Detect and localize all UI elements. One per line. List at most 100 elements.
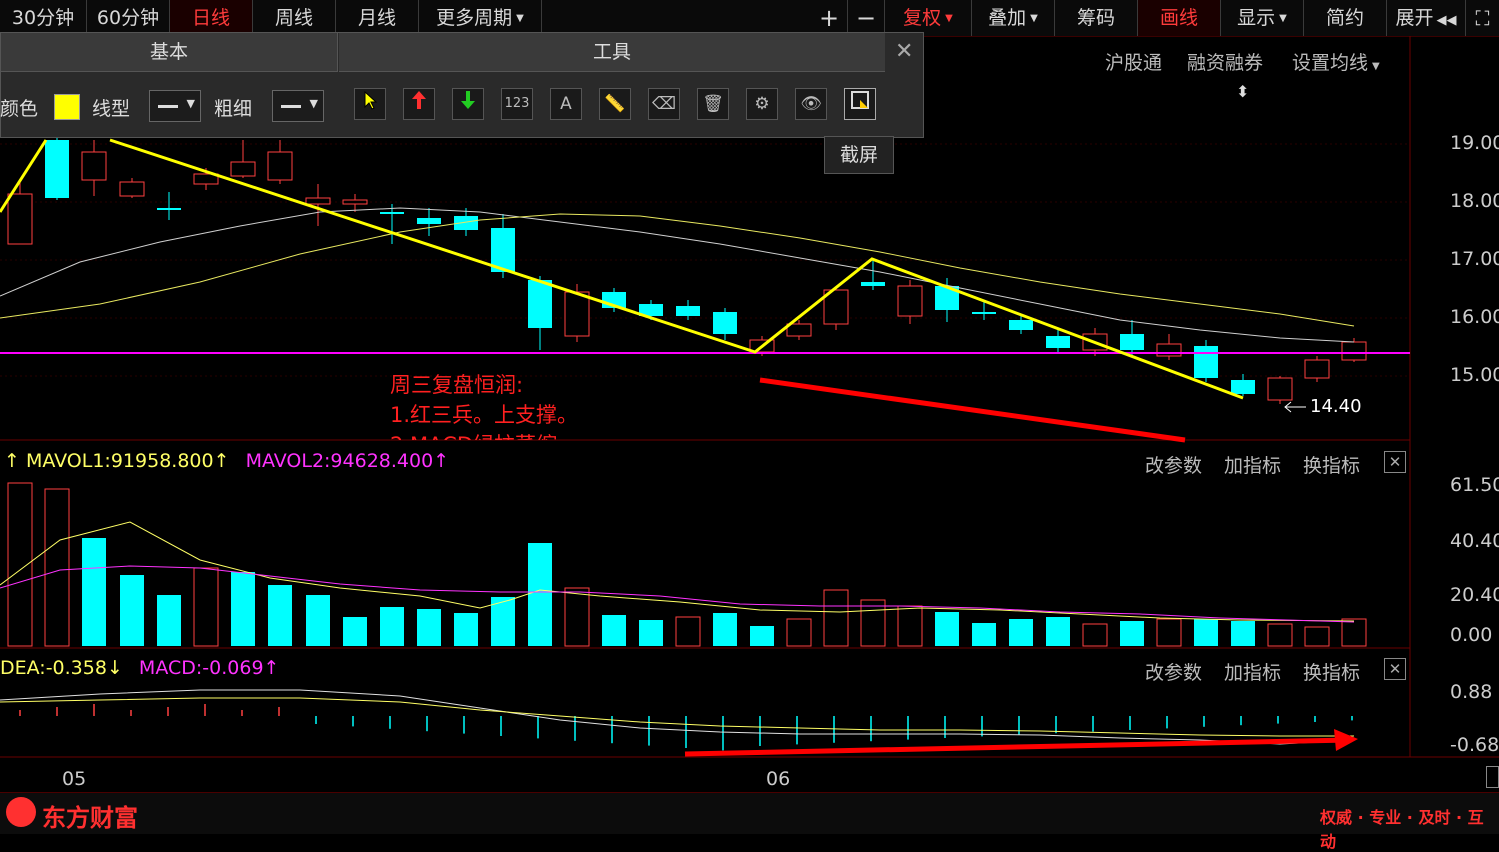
expand-button[interactable]: 展开 ◀◀: [1387, 0, 1466, 36]
candle-body: [7, 193, 33, 245]
linetype-dropdown[interactable]: ▼: [149, 90, 201, 122]
color-label: 颜色: [0, 98, 39, 120]
candle-body: [119, 181, 145, 197]
candle-body: [1156, 343, 1182, 357]
macd-axis-label: 0.88: [1450, 681, 1493, 703]
volume-bar: [564, 587, 590, 647]
volume-edit-params-button[interactable]: 改参数: [1145, 451, 1202, 478]
volume-add-indicator-button[interactable]: 加指标: [1224, 451, 1281, 478]
volume-bar: [860, 599, 886, 647]
candle-body: [676, 306, 700, 316]
linetype-label: 线型: [92, 98, 131, 120]
annotation-text[interactable]: 周三复盘恒润: 1.红三兵。上支撑。 2.MACD绿柱萎缩: [390, 370, 810, 440]
period-daily-tab[interactable]: 日线: [170, 0, 253, 36]
trash-icon[interactable]: 🗑: [697, 88, 729, 120]
brand-name: 东方财富: [42, 804, 138, 832]
price-axis-label: 17.00: [1450, 248, 1499, 270]
close-icon[interactable]: ✕: [1384, 658, 1406, 680]
resize-arrows-icon[interactable]: ⬍: [1236, 82, 1249, 101]
number-label-icon[interactable]: 123: [501, 88, 533, 120]
volume-bar: [1341, 618, 1367, 647]
chevron-down-icon: ▼: [1372, 61, 1380, 72]
close-icon[interactable]: ✕: [895, 39, 913, 64]
volume-bars: [7, 482, 1367, 647]
close-icon[interactable]: ✕: [1384, 451, 1406, 473]
candle-body: [1009, 320, 1033, 330]
volume-bar: [935, 612, 959, 646]
annotation-line-3: 2.MACD绿柱萎缩: [390, 430, 810, 440]
candle-body: [897, 285, 923, 317]
up-arrow-icon: ↑: [4, 450, 20, 472]
gear-icon[interactable]: ⚙: [746, 88, 778, 120]
chevron-down-icon: ▼: [1030, 12, 1038, 24]
chevron-down-icon: ▼: [516, 12, 524, 24]
volume-bar: [193, 567, 219, 647]
volume-bar: [1304, 626, 1330, 647]
period-60min-tab[interactable]: 60分钟: [87, 0, 170, 36]
up-arrow-icon: ↑: [263, 657, 280, 679]
macd-value: MACD:-0.069: [138, 657, 264, 679]
mavol2-value: MAVOL2:94628.400: [245, 450, 434, 472]
expand-corner-icon[interactable]: [1486, 766, 1499, 788]
color-swatch[interactable]: [54, 94, 80, 120]
price-axis-label: 16.00: [1450, 306, 1499, 328]
candle-body: [45, 140, 69, 198]
period-30min-tab[interactable]: 30分钟: [0, 0, 87, 36]
period-monthly-tab[interactable]: 月线: [336, 0, 419, 36]
ma-settings-dropdown[interactable]: 设置均线 ▼: [1292, 48, 1380, 75]
macd-add-indicator-button[interactable]: 加指标: [1224, 658, 1281, 685]
candle-body: [305, 197, 331, 205]
candle-body: [1304, 359, 1330, 379]
volume-bar: [750, 626, 774, 646]
more-periods-dropdown[interactable]: 更多周期 ▼: [419, 0, 542, 36]
cursor-icon[interactable]: [354, 88, 386, 120]
thickness-dropdown[interactable]: ▼: [272, 90, 324, 122]
thickness-label: 粗细: [214, 98, 253, 120]
macd-up-arrow: [684, 737, 1351, 757]
up-arrow-icon[interactable]: [403, 88, 435, 120]
overlay-dropdown[interactable]: 叠加 ▼: [972, 0, 1055, 36]
volume-bar: [1231, 621, 1255, 646]
volume-bar: [713, 613, 737, 646]
zoom-in-button[interactable]: +: [811, 0, 848, 36]
candle-body: [1120, 334, 1144, 350]
eraser-icon[interactable]: ⌫: [648, 88, 680, 120]
zoom-out-button[interactable]: −: [848, 0, 885, 36]
footer-bar: 东方财富 权威 · 专业 · 及时 · 互动: [0, 792, 1499, 851]
text-icon[interactable]: A: [550, 88, 582, 120]
fullscreen-icon[interactable]: ⛶: [1466, 0, 1499, 36]
draw-line-button[interactable]: 画线: [1138, 0, 1221, 36]
volume-bar: [675, 616, 701, 647]
candle-body: [157, 208, 181, 210]
more-periods-label: 更多周期: [436, 7, 513, 29]
macd-edit-params-button[interactable]: 改参数: [1145, 658, 1202, 685]
adjust-rights-label: 复权: [903, 7, 942, 29]
volume-bar: [157, 595, 181, 646]
display-dropdown[interactable]: 显示 ▼: [1221, 0, 1304, 36]
volume-switch-indicator-button[interactable]: 换指标: [1303, 451, 1360, 478]
down-arrow-icon[interactable]: [452, 88, 484, 120]
macd-switch-indicator-button[interactable]: 换指标: [1303, 658, 1360, 685]
simple-mode-button[interactable]: 简约: [1304, 0, 1387, 36]
x-axis-label: 05: [62, 768, 87, 790]
volume-bar: [1267, 623, 1293, 647]
hk-connect-link[interactable]: 沪股通: [1105, 48, 1162, 75]
period-weekly-tab[interactable]: 周线: [253, 0, 336, 36]
display-label: 显示: [1237, 7, 1276, 29]
candle-body: [1341, 341, 1367, 361]
double-chevron-left-icon: ◀◀: [1436, 13, 1457, 28]
volume-bar: [380, 607, 404, 646]
chips-button[interactable]: 筹码: [1055, 0, 1138, 36]
eye-icon[interactable]: 👁: [795, 88, 827, 120]
volume-bar: [897, 605, 923, 647]
adjust-rights-dropdown[interactable]: 复权 ▼: [885, 0, 972, 36]
ruler-icon[interactable]: 📏: [599, 88, 631, 120]
mavol1-value: MAVOL1:91958.800: [25, 450, 214, 472]
candle-body: [528, 280, 552, 328]
candle-body: [417, 218, 441, 224]
price-down-arrow: [759, 377, 1186, 443]
margin-trading-link[interactable]: 融资融券: [1187, 48, 1263, 75]
chevron-down-icon: ▼: [945, 12, 953, 24]
screenshot-tooltip: 截屏: [824, 136, 894, 174]
screenshot-icon[interactable]: [844, 88, 876, 120]
